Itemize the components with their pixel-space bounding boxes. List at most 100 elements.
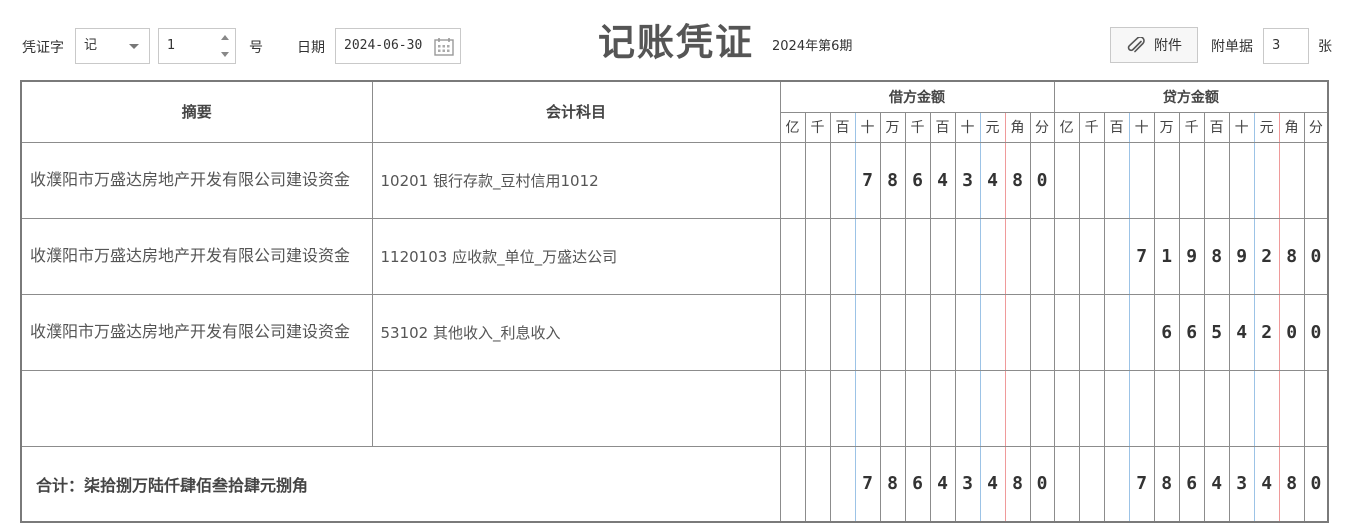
debit-amount-digit[interactable] (979, 293, 1006, 371)
debit-amount-digit[interactable] (829, 369, 856, 447)
credit-amount-digit[interactable] (1253, 369, 1280, 447)
credit-amount-digit[interactable] (1278, 369, 1305, 447)
credit-amount-digit[interactable] (1053, 293, 1080, 371)
debit-amount-digit[interactable]: 8 (1004, 141, 1031, 219)
debit-amount-digit[interactable] (829, 293, 856, 371)
summary-cell[interactable]: 收濮阳市万盛达房地产开发有限公司建设资金 (20, 141, 373, 219)
credit-amount-digit[interactable]: 1 (1153, 217, 1180, 295)
debit-amount-digit[interactable] (829, 217, 856, 295)
debit-amount-digit[interactable]: 3 (954, 141, 981, 219)
credit-amount-digit[interactable]: 2 (1253, 293, 1280, 371)
credit-amount-digit[interactable] (1228, 141, 1255, 219)
credit-amount-digit[interactable] (1053, 217, 1080, 295)
debit-amount-digit[interactable] (979, 369, 1006, 447)
credit-amount-digit[interactable] (1178, 369, 1205, 447)
debit-amount-digit[interactable] (1004, 369, 1031, 447)
debit-amount-digit[interactable] (879, 369, 906, 447)
debit-amount-digit[interactable]: 4 (929, 141, 956, 219)
debit-amount-digit[interactable]: 0 (1029, 141, 1055, 219)
account-cell[interactable]: 53102 其他收入_利息收入 (371, 293, 781, 371)
credit-amount-digit[interactable] (1128, 141, 1155, 219)
stepper-up-icon[interactable] (221, 35, 229, 40)
debit-amount-digit[interactable] (854, 293, 881, 371)
debit-amount-digit[interactable] (804, 141, 831, 219)
credit-amount-digit[interactable] (1153, 141, 1180, 219)
credit-amount-digit[interactable] (1053, 369, 1080, 447)
attached-docs-input[interactable]: 3 (1263, 28, 1309, 64)
credit-amount-digit[interactable] (1078, 293, 1105, 371)
debit-amount-digit[interactable] (904, 369, 931, 447)
stepper-down-icon[interactable] (221, 52, 229, 57)
debit-amount-digit[interactable] (779, 217, 806, 295)
credit-amount-digit[interactable]: 5 (1203, 293, 1230, 371)
debit-amount-digit[interactable] (929, 293, 956, 371)
debit-amount-digit[interactable]: 8 (879, 141, 906, 219)
debit-amount-digit[interactable] (954, 293, 981, 371)
credit-amount-digit[interactable] (1203, 369, 1230, 447)
debit-amount-digit[interactable] (904, 217, 931, 295)
credit-amount-digit[interactable] (1128, 293, 1155, 371)
debit-amount-digit[interactable] (829, 141, 856, 219)
credit-amount-digit[interactable] (1103, 217, 1130, 295)
credit-amount-digit[interactable] (1303, 141, 1329, 219)
credit-amount-digit[interactable]: 0 (1303, 293, 1329, 371)
credit-amount-digit[interactable]: 4 (1228, 293, 1255, 371)
summary-cell[interactable] (20, 369, 373, 447)
attachment-button[interactable]: 附件 (1110, 27, 1198, 63)
voucher-number-stepper[interactable]: 1 (158, 28, 236, 64)
credit-amount-digit[interactable] (1153, 369, 1180, 447)
credit-amount-digit[interactable] (1078, 369, 1105, 447)
credit-amount-digit[interactable]: 8 (1278, 217, 1305, 295)
debit-amount-digit[interactable] (929, 217, 956, 295)
debit-amount-digit[interactable] (779, 369, 806, 447)
credit-amount-digit[interactable] (1053, 141, 1080, 219)
debit-amount-digit[interactable] (954, 369, 981, 447)
debit-amount-digit[interactable]: 4 (979, 141, 1006, 219)
summary-cell[interactable]: 收濮阳市万盛达房地产开发有限公司建设资金 (20, 293, 373, 371)
debit-amount-digit[interactable]: 7 (854, 141, 881, 219)
debit-amount-digit[interactable] (1004, 217, 1031, 295)
credit-amount-digit[interactable]: 6 (1153, 293, 1180, 371)
account-cell[interactable]: 10201 银行存款_豆村信用1012 (371, 141, 781, 219)
credit-amount-digit[interactable] (1178, 141, 1205, 219)
credit-amount-digit[interactable]: 0 (1303, 217, 1329, 295)
credit-amount-digit[interactable] (1103, 369, 1130, 447)
voucher-word-select[interactable]: 记 (75, 28, 150, 64)
calendar-icon[interactable] (434, 37, 454, 56)
debit-amount-digit[interactable] (904, 293, 931, 371)
debit-amount-digit[interactable] (954, 217, 981, 295)
debit-amount-digit[interactable] (1004, 293, 1031, 371)
credit-amount-digit[interactable]: 9 (1178, 217, 1205, 295)
debit-amount-digit[interactable] (879, 217, 906, 295)
credit-amount-digit[interactable] (1203, 141, 1230, 219)
date-field[interactable]: 2024-06-30 (335, 28, 461, 64)
debit-amount-digit[interactable] (1029, 217, 1055, 295)
credit-amount-digit[interactable]: 7 (1128, 217, 1155, 295)
credit-amount-digit[interactable] (1303, 369, 1329, 447)
account-cell[interactable]: 1120103 应收款_单位_万盛达公司 (371, 217, 781, 295)
summary-cell[interactable]: 收濮阳市万盛达房地产开发有限公司建设资金 (20, 217, 373, 295)
credit-amount-digit[interactable]: 9 (1228, 217, 1255, 295)
debit-amount-digit[interactable] (779, 293, 806, 371)
debit-amount-digit[interactable] (1029, 369, 1055, 447)
debit-amount-digit[interactable] (854, 369, 881, 447)
debit-amount-digit[interactable] (879, 293, 906, 371)
debit-amount-digit[interactable]: 6 (904, 141, 931, 219)
credit-amount-digit[interactable] (1103, 141, 1130, 219)
debit-amount-digit[interactable] (804, 369, 831, 447)
debit-amount-digit[interactable] (804, 217, 831, 295)
credit-amount-digit[interactable] (1103, 293, 1130, 371)
debit-amount-digit[interactable] (779, 141, 806, 219)
debit-amount-digit[interactable] (854, 217, 881, 295)
credit-amount-digit[interactable] (1278, 141, 1305, 219)
credit-amount-digit[interactable]: 2 (1253, 217, 1280, 295)
credit-amount-digit[interactable] (1228, 369, 1255, 447)
debit-amount-digit[interactable] (1029, 293, 1055, 371)
credit-amount-digit[interactable] (1128, 369, 1155, 447)
credit-amount-digit[interactable] (1078, 141, 1105, 219)
debit-amount-digit[interactable] (979, 217, 1006, 295)
account-cell[interactable] (371, 369, 781, 447)
debit-amount-digit[interactable] (929, 369, 956, 447)
debit-amount-digit[interactable] (804, 293, 831, 371)
credit-amount-digit[interactable]: 6 (1178, 293, 1205, 371)
